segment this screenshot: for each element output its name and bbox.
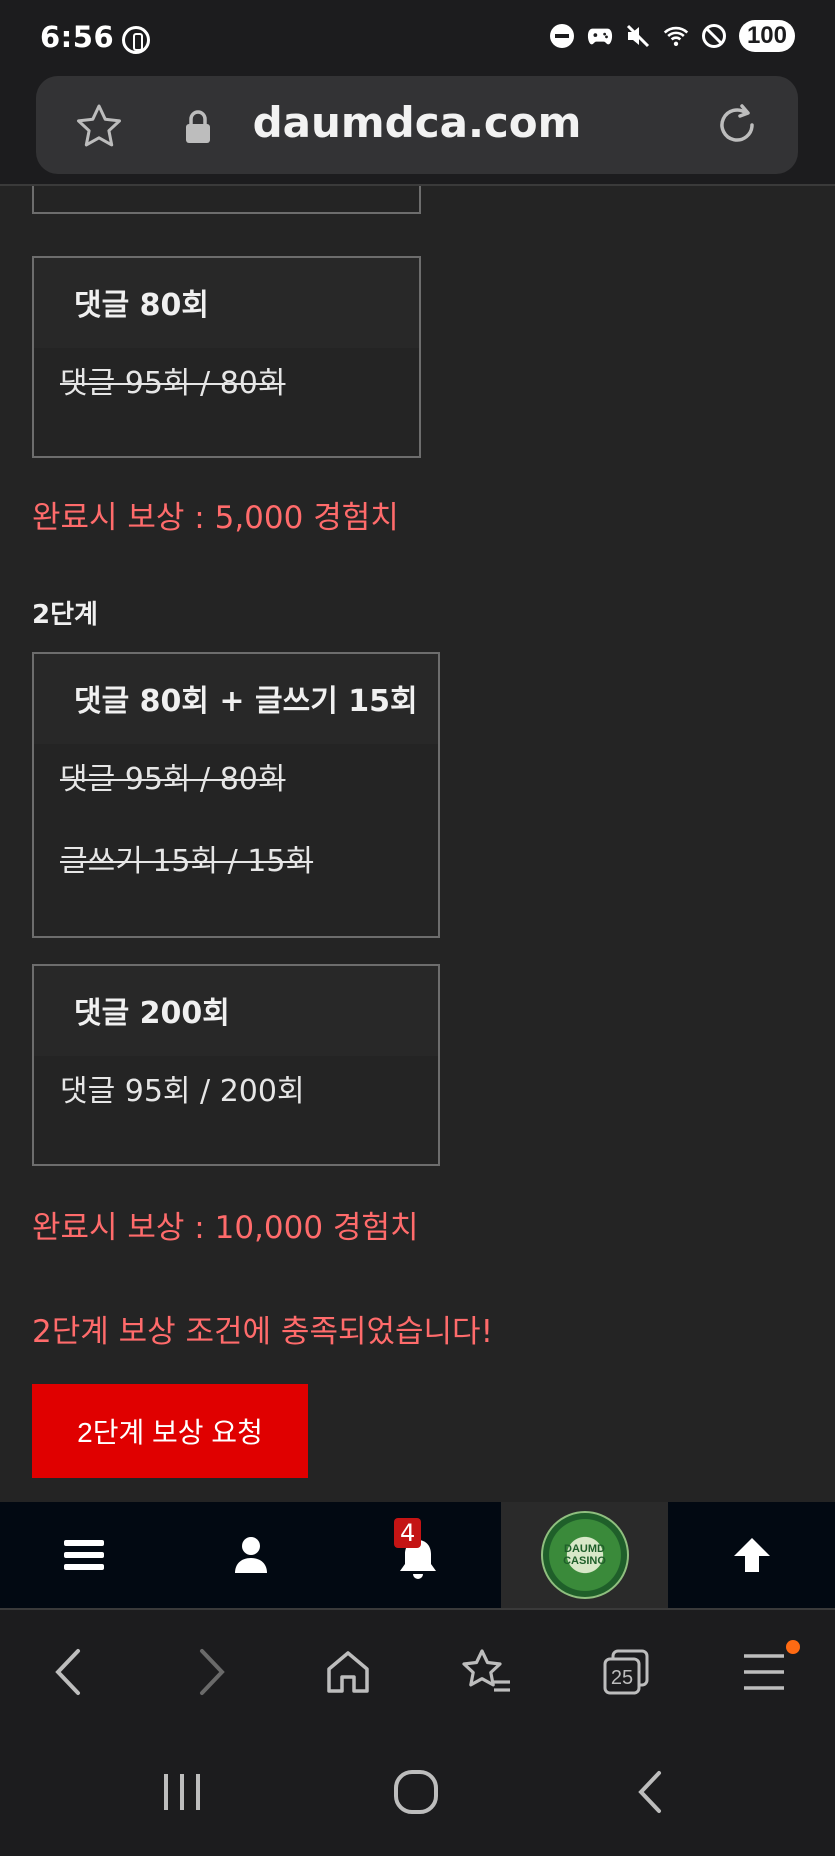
game-icon (587, 23, 613, 49)
status-time: 6:56 (40, 20, 115, 54)
tabs-button[interactable]: 25 (596, 1642, 656, 1702)
block-icon (701, 23, 727, 49)
reload-icon[interactable] (712, 100, 762, 150)
scroll-top-button[interactable] (668, 1502, 835, 1608)
notifications-button[interactable]: 4 (334, 1502, 501, 1608)
claim-stage2-reward-button[interactable]: 2단계 보상 요청 (32, 1384, 308, 1478)
star-list-icon (462, 1649, 510, 1692)
home-system-button[interactable] (386, 1762, 446, 1822)
bookmarks-button[interactable] (456, 1642, 516, 1702)
hourglass-icon (122, 26, 150, 54)
mission-box-clipped (32, 186, 421, 214)
mission-box: 댓글 80회 댓글 95회 / 80회 (32, 256, 421, 458)
site-logo-button[interactable]: DAUMD CASINO (501, 1502, 668, 1608)
mission-title: 댓글 80회 + 글쓰기 15회 (34, 654, 438, 744)
site-bottom-nav: 4 DAUMD CASINO (0, 1502, 835, 1608)
status-icons: 100 (549, 20, 795, 52)
browser-menu-button[interactable] (734, 1640, 800, 1702)
logo-line2: CASINO (563, 1555, 606, 1567)
back-button[interactable] (38, 1642, 98, 1702)
wifi-icon (663, 23, 689, 49)
logo-line1: DAUMD (564, 1543, 605, 1555)
recents-icon (164, 1774, 200, 1810)
update-dot-icon (786, 1640, 800, 1654)
menu-lines-icon (744, 1654, 784, 1690)
tabs-count: 25 (611, 1667, 633, 1689)
mute-icon (625, 23, 651, 49)
recent-apps-button[interactable] (152, 1762, 212, 1822)
notification-badge: 4 (394, 1518, 422, 1548)
battery-indicator: 100 (738, 20, 795, 52)
mission-progress: 댓글 95회 / 80회 (60, 366, 286, 401)
mission-box: 댓글 80회 + 글쓰기 15회 댓글 95회 / 80회 글쓰기 15회 / … (32, 652, 440, 938)
mission-progress: 글쓰기 15회 / 15회 (60, 844, 314, 879)
browser-toolbar: 25 (0, 1608, 835, 1732)
arrow-up-icon (733, 1538, 770, 1572)
status-bar: 6:56 100 (0, 0, 835, 76)
tabs-icon: 25 (603, 1649, 649, 1695)
mission-progress: 댓글 95회 / 80회 (60, 762, 286, 797)
system-nav-bar (0, 1732, 835, 1856)
stage2-notice-text: 2단계 보상 조건에 충족되었습니다! (32, 1314, 493, 1350)
home-button[interactable] (318, 1642, 378, 1702)
url-text[interactable]: daumdca.com (36, 98, 798, 147)
user-icon (234, 1537, 267, 1573)
home-icon (327, 1651, 369, 1693)
stage1-reward-text: 완료시 보상 : 5,000 경험치 (32, 500, 399, 536)
forward-button[interactable] (182, 1642, 242, 1702)
address-bar[interactable]: daumdca.com (36, 76, 798, 174)
mission-title: 댓글 80회 (34, 258, 419, 348)
daumd-casino-logo: DAUMD CASINO (540, 1511, 629, 1599)
mission-box: 댓글 200회 댓글 95회 / 200회 (32, 964, 440, 1166)
profile-button[interactable] (167, 1502, 334, 1608)
mission-title: 댓글 200회 (34, 966, 438, 1056)
home-circle-icon (394, 1770, 438, 1814)
mission-progress: 댓글 95회 / 200회 (60, 1074, 305, 1109)
dnd-icon (549, 23, 575, 49)
stage2-reward-text: 완료시 보상 : 10,000 경험치 (32, 1210, 419, 1246)
browser-address-area: daumdca.com (0, 76, 835, 186)
mission-content: 댓글 80회 댓글 95회 / 80회 완료시 보상 : 5,000 경험치 2… (0, 186, 835, 1502)
stage2-label: 2단계 (32, 600, 98, 630)
menu-button[interactable] (0, 1502, 167, 1608)
hamburger-icon (63, 1540, 104, 1570)
system-back-button[interactable] (620, 1762, 680, 1822)
chevron-right-icon (200, 1649, 225, 1695)
back-arrow-icon (638, 1771, 661, 1813)
chevron-left-icon (55, 1649, 80, 1695)
